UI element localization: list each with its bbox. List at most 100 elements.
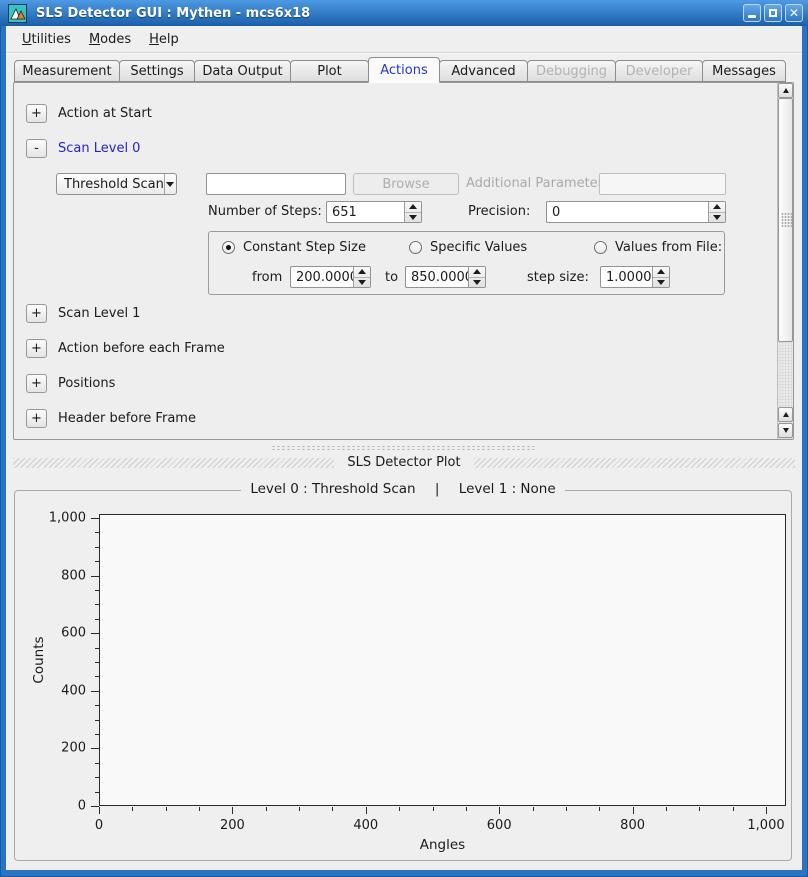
x-minor-tick <box>533 807 534 811</box>
scroll-thumb[interactable] <box>778 98 793 342</box>
menu-item-help[interactable]: Help <box>140 28 188 51</box>
section-label-scan-level-1: Scan Level 1 <box>58 306 140 321</box>
expand-button-action-at-start[interactable]: + <box>26 104 47 123</box>
tab-data-output[interactable]: Data Output <box>194 60 291 82</box>
precision-spinbox[interactable]: 0 <box>546 201 726 223</box>
maximize-button[interactable] <box>764 4 782 22</box>
scroll-down-button[interactable] <box>778 423 793 438</box>
close-button[interactable] <box>785 4 803 22</box>
x-minor-tick <box>666 807 667 811</box>
plot-title-level0: Level 0 : Threshold Scan <box>250 481 415 497</box>
spin-down-button[interactable] <box>354 278 370 288</box>
title-bar: SLS Detector GUI : Mythen - mcs6x18 <box>0 0 808 26</box>
x-minor-tick <box>433 807 434 811</box>
radio-label: Constant Step Size <box>243 240 366 255</box>
actions-scroll-area: + Action at Start - Scan Level 0 Thresho… <box>13 82 794 440</box>
x-major-tick <box>633 807 634 814</box>
x-tick-label: 600 <box>487 818 512 833</box>
dock-hatch-texture <box>13 458 334 468</box>
x-minor-tick <box>166 807 167 811</box>
spin-up-button[interactable] <box>709 202 725 213</box>
x-tick-label: 400 <box>353 818 378 833</box>
minimize-button[interactable] <box>743 4 761 22</box>
precision-label: Precision: <box>468 204 530 219</box>
plot-title: Level 0 : Threshold Scan | Level 1 : Non… <box>15 481 791 497</box>
menu-bar: Utilities Modes Help <box>6 26 802 53</box>
plot-title-separator: | <box>435 481 440 497</box>
menu-item-utilities[interactable]: Utilities <box>13 28 80 51</box>
spin-buttons <box>652 267 669 287</box>
step-size-label: step size: <box>527 270 589 285</box>
y-major-tick <box>91 748 99 749</box>
expand-button-header-before-frame[interactable]: + <box>26 409 47 428</box>
y-major-tick <box>91 691 99 692</box>
tab-bar: Measurement Settings Data Output Plot Ac… <box>14 57 785 82</box>
dock-hatch-texture <box>474 458 795 468</box>
window-body: Utilities Modes Help Measurement Setting… <box>6 26 802 870</box>
section-label-action-at-start: Action at Start <box>58 106 152 121</box>
x-major-tick <box>366 807 367 814</box>
scroll-up-button[interactable] <box>778 83 793 98</box>
number-of-steps-value: 651 <box>327 202 404 222</box>
grip-dots-icon <box>781 213 792 228</box>
plot-dock-titlebar[interactable]: SLS Detector Plot <box>13 454 795 471</box>
spin-down-button[interactable] <box>709 213 725 223</box>
collapse-button-scan-level-0[interactable]: - <box>26 139 47 158</box>
spin-down-button[interactable] <box>653 278 669 288</box>
section-label-action-before-each-frame: Action before each Frame <box>58 341 225 356</box>
spin-down-button[interactable] <box>405 213 421 223</box>
plot-groupbox: Level 0 : Threshold Scan | Level 1 : Non… <box>14 490 792 861</box>
spin-down-button[interactable] <box>469 278 485 288</box>
y-tick-label: 400 <box>61 683 86 698</box>
script-path-input[interactable] <box>206 173 346 195</box>
tab-measurement[interactable]: Measurement <box>14 60 120 82</box>
triangle-down-icon <box>657 280 665 285</box>
spin-up-button[interactable] <box>653 267 669 278</box>
radio-specific-values[interactable]: Specific Values <box>409 240 527 255</box>
vertical-scrollbar[interactable] <box>777 83 793 439</box>
y-tick-label: 600 <box>61 626 86 641</box>
triangle-up-icon <box>409 204 417 209</box>
from-spinbox[interactable]: 200.0000 <box>290 266 371 288</box>
spin-up-button[interactable] <box>354 267 370 278</box>
triangle-up-icon <box>358 269 366 274</box>
app-icon[interactable] <box>8 4 27 23</box>
window-title: SLS Detector GUI : Mythen - mcs6x18 <box>36 6 740 21</box>
tab-messages[interactable]: Messages <box>702 60 786 82</box>
number-of-steps-spinbox[interactable]: 651 <box>326 201 422 223</box>
expand-button-positions[interactable]: + <box>26 374 47 393</box>
radio-constant-step-size[interactable]: Constant Step Size <box>222 240 366 255</box>
menu-item-modes[interactable]: Modes <box>80 28 140 51</box>
tab-actions[interactable]: Actions <box>368 57 440 83</box>
x-minor-tick <box>332 807 333 811</box>
radio-label: Values from File: <box>615 240 722 255</box>
spin-up-button[interactable] <box>469 267 485 278</box>
y-major-tick <box>91 576 99 577</box>
y-tick-label: 1,000 <box>49 511 86 526</box>
spin-buttons <box>404 202 421 222</box>
tab-debugging: Debugging <box>527 60 616 82</box>
step-size-spinbox[interactable]: 1.0000 <box>600 266 670 288</box>
tab-settings[interactable]: Settings <box>119 60 195 82</box>
scan-mode-select[interactable]: Threshold Scan <box>56 173 177 195</box>
tab-advanced[interactable]: Advanced <box>439 60 528 82</box>
to-spinbox[interactable]: 850.0000 <box>405 266 486 288</box>
spin-up-button[interactable] <box>405 202 421 213</box>
radio-selected-icon <box>222 241 235 254</box>
splitter-handle[interactable] <box>6 444 802 452</box>
precision-value: 0 <box>547 202 708 222</box>
y-tick-label: 800 <box>61 568 86 583</box>
to-label: to <box>385 270 398 285</box>
plot-canvas[interactable] <box>99 514 786 806</box>
expand-button-action-before-each-frame[interactable]: + <box>26 339 47 358</box>
triangle-up-icon <box>473 269 481 274</box>
scan-mode-dropdown-button[interactable] <box>164 174 176 194</box>
radio-unselected-icon <box>409 241 422 254</box>
radio-unselected-icon <box>594 241 607 254</box>
tab-plot[interactable]: Plot <box>290 60 369 82</box>
expand-button-scan-level-1[interactable]: + <box>26 304 47 323</box>
radio-values-from-file[interactable]: Values from File: <box>594 240 722 255</box>
scroll-up-button-bottom[interactable] <box>778 407 793 422</box>
app-window: SLS Detector GUI : Mythen - mcs6x18 Util… <box>0 0 808 877</box>
additional-parameter-input <box>599 173 726 195</box>
